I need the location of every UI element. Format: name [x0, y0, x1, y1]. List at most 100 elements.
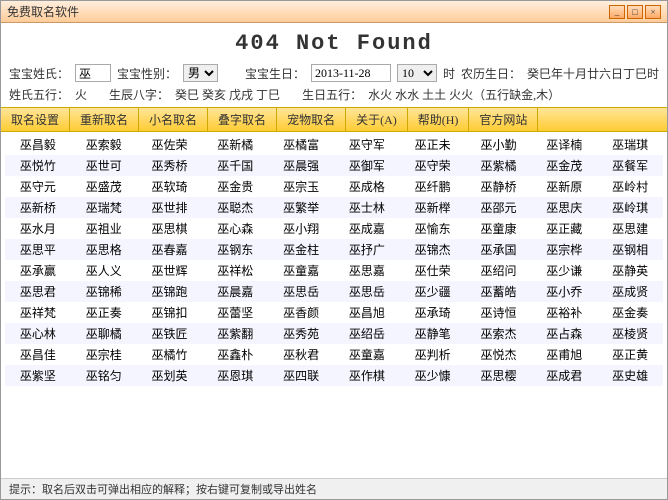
menu-item-关于(A)[interactable]: 关于(A)	[346, 108, 408, 131]
name-cell[interactable]: 巫正黄	[597, 344, 663, 365]
name-cell[interactable]: 巫童康	[466, 218, 532, 239]
name-cell[interactable]: 巫译楠	[531, 134, 597, 155]
name-cell[interactable]: 巫岭村	[597, 176, 663, 197]
hour-select[interactable]: 10	[397, 64, 437, 82]
birthday-input[interactable]	[311, 64, 391, 82]
name-cell[interactable]: 巫蕾坚	[202, 302, 268, 323]
name-cell[interactable]: 巫蓄皓	[466, 281, 532, 302]
name-cell[interactable]: 巫正未	[400, 134, 466, 155]
name-cell[interactable]: 巫瑞梵	[71, 197, 137, 218]
name-cell[interactable]: 巫晨强	[268, 155, 334, 176]
name-cell[interactable]: 巫承赢	[5, 260, 71, 281]
name-cell[interactable]: 巫祥松	[202, 260, 268, 281]
name-cell[interactable]: 巫紫坚	[5, 365, 71, 386]
name-cell[interactable]: 巫宗玉	[268, 176, 334, 197]
name-cell[interactable]: 巫仕荣	[400, 260, 466, 281]
name-cell[interactable]: 巫心林	[5, 323, 71, 344]
name-cell[interactable]: 巫钢相	[597, 239, 663, 260]
name-cell[interactable]: 巫成格	[334, 176, 400, 197]
name-cell[interactable]: 巫铁匠	[137, 323, 203, 344]
name-cell[interactable]: 巫少疆	[400, 281, 466, 302]
name-cell[interactable]: 巫锦跑	[137, 281, 203, 302]
name-cell[interactable]: 巫思岳	[334, 281, 400, 302]
minimize-button[interactable]: _	[609, 5, 625, 19]
name-cell[interactable]: 巫紫翻	[202, 323, 268, 344]
name-cell[interactable]: 巫童嘉	[334, 344, 400, 365]
name-cell[interactable]: 巫铭匀	[71, 365, 137, 386]
name-cell[interactable]: 巫承琦	[400, 302, 466, 323]
name-cell[interactable]: 巫钢东	[202, 239, 268, 260]
name-cell[interactable]: 巫秀苑	[268, 323, 334, 344]
name-cell[interactable]: 巫悦杰	[466, 344, 532, 365]
name-cell[interactable]: 巫静英	[597, 260, 663, 281]
name-cell[interactable]: 巫思嘉	[334, 260, 400, 281]
name-cell[interactable]: 巫紫橘	[466, 155, 532, 176]
name-cell[interactable]: 巫承国	[466, 239, 532, 260]
name-cell[interactable]: 巫世辉	[137, 260, 203, 281]
name-cell[interactable]: 巫成嘉	[334, 218, 400, 239]
name-cell[interactable]: 巫思平	[5, 239, 71, 260]
name-cell[interactable]: 巫金茂	[531, 155, 597, 176]
name-cell[interactable]: 巫昌旭	[334, 302, 400, 323]
name-cell[interactable]: 巫恩琪	[202, 365, 268, 386]
name-cell[interactable]: 巫昌毅	[5, 134, 71, 155]
name-cell[interactable]: 巫新原	[531, 176, 597, 197]
name-cell[interactable]: 巫守元	[5, 176, 71, 197]
name-cell[interactable]: 巫守军	[334, 134, 400, 155]
name-cell[interactable]: 巫祥梵	[5, 302, 71, 323]
name-cell[interactable]: 巫水月	[5, 218, 71, 239]
name-cell[interactable]: 巫千国	[202, 155, 268, 176]
name-cell[interactable]: 巫心森	[202, 218, 268, 239]
name-cell[interactable]: 巫抒广	[334, 239, 400, 260]
name-cell[interactable]: 巫小翔	[268, 218, 334, 239]
menu-item-帮助(H)[interactable]: 帮助(H)	[408, 108, 470, 131]
menu-item-宠物取名[interactable]: 宠物取名	[277, 108, 346, 131]
name-cell[interactable]: 巫橘富	[268, 134, 334, 155]
name-cell[interactable]: 巫思樱	[466, 365, 532, 386]
name-cell[interactable]: 巫守荣	[400, 155, 466, 176]
name-cell[interactable]: 巫岭琪	[597, 197, 663, 218]
name-cell[interactable]: 巫绍问	[466, 260, 532, 281]
name-cell[interactable]: 巫秀桥	[137, 155, 203, 176]
name-cell[interactable]: 巫餐军	[597, 155, 663, 176]
name-cell[interactable]: 巫小乔	[531, 281, 597, 302]
name-cell[interactable]: 巫划英	[137, 365, 203, 386]
name-cell[interactable]: 巫香颜	[268, 302, 334, 323]
name-cell[interactable]: 巫思格	[71, 239, 137, 260]
name-cell[interactable]: 巫锦稀	[71, 281, 137, 302]
name-cell[interactable]: 巫正藏	[531, 218, 597, 239]
name-cell[interactable]: 巫童嘉	[268, 260, 334, 281]
close-button[interactable]: ×	[645, 5, 661, 19]
menu-item-小名取名[interactable]: 小名取名	[139, 108, 208, 131]
name-cell[interactable]: 巫思庆	[531, 197, 597, 218]
name-cell[interactable]: 巫小勤	[466, 134, 532, 155]
name-cell[interactable]: 巫悦竹	[5, 155, 71, 176]
name-cell[interactable]: 巫橘竹	[137, 344, 203, 365]
name-cell[interactable]: 巫成贤	[597, 281, 663, 302]
name-cell[interactable]: 巫判析	[400, 344, 466, 365]
name-cell[interactable]: 巫思君	[5, 281, 71, 302]
name-cell[interactable]: 巫诗恒	[466, 302, 532, 323]
name-cell[interactable]: 巫史雄	[597, 365, 663, 386]
name-cell[interactable]: 巫新榉	[400, 197, 466, 218]
name-cell[interactable]: 巫宗桂	[71, 344, 137, 365]
name-cell[interactable]: 巫聊橘	[71, 323, 137, 344]
name-cell[interactable]: 巫士林	[334, 197, 400, 218]
name-cell[interactable]: 巫四联	[268, 365, 334, 386]
menu-item-取名设置[interactable]: 取名设置	[1, 108, 70, 131]
name-cell[interactable]: 巫成君	[531, 365, 597, 386]
name-cell[interactable]: 巫春嘉	[137, 239, 203, 260]
name-cell[interactable]: 巫少慷	[400, 365, 466, 386]
name-cell[interactable]: 巫人义	[71, 260, 137, 281]
name-cell[interactable]: 巫裕补	[531, 302, 597, 323]
name-cell[interactable]: 巫思建	[597, 218, 663, 239]
name-cell[interactable]: 巫金奏	[597, 302, 663, 323]
name-cell[interactable]: 巫新桥	[5, 197, 71, 218]
name-cell[interactable]: 巫静桥	[466, 176, 532, 197]
name-cell[interactable]: 巫思棋	[137, 218, 203, 239]
name-cell[interactable]: 巫纤鹏	[400, 176, 466, 197]
maximize-button[interactable]: □	[627, 5, 643, 19]
name-cell[interactable]: 巫棱贤	[597, 323, 663, 344]
name-cell[interactable]: 巫新橘	[202, 134, 268, 155]
name-cell[interactable]: 巫盛茂	[71, 176, 137, 197]
